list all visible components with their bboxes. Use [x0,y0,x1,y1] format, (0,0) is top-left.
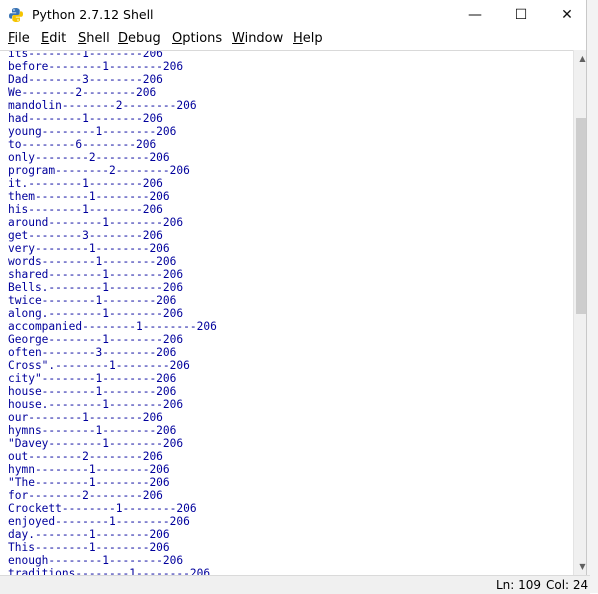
output-line: program--------2--------206 [8,164,190,177]
output-line: house--------1--------206 [8,385,177,398]
menu-help[interactable]: Help [293,31,323,46]
menu-debug-label: ebug [128,31,161,46]
output-line: to--------6--------206 [8,138,157,151]
output-line: Dad--------3--------206 [8,73,163,86]
output-line: enough--------1--------206 [8,554,184,567]
output-line: them--------1--------206 [8,190,170,203]
arrow-up-icon: ▲ [579,54,586,63]
output-line: very--------1--------206 [8,242,170,255]
output-line: day.--------1--------206 [8,528,170,541]
menu-window-mnemonic: W [232,31,245,46]
status-bar: Ln: 109 Col: 24 [0,575,590,594]
minimize-button[interactable]: — [452,0,498,30]
python-icon [9,8,23,22]
output-line: only--------2--------206 [8,151,170,164]
output-line: "The--------1--------206 [8,476,170,489]
output-line: enjoyed--------1--------206 [8,515,190,528]
output-line: often--------3--------206 [8,346,177,359]
output-line: young--------1--------206 [8,125,177,138]
output-line: shared--------1--------206 [8,268,184,281]
output-line: around--------1--------206 [8,216,184,229]
output-line: This--------1--------206 [8,541,170,554]
menu-edit-label: dit [49,31,67,46]
menu-shell-label: hell [86,31,110,46]
maximize-icon: ☐ [514,7,528,23]
output-line: get--------3--------206 [8,229,163,242]
menu-edit-mnemonic: E [41,31,50,46]
menu-file-label: ile [14,31,30,46]
line-indicator: Ln: 109 [496,578,542,592]
output-line: We--------2--------206 [8,86,157,99]
title-bar: Python 2.7.12 Shell — ☐ ✕ [0,0,586,30]
menu-options-label: ptions [182,31,223,46]
menu-bar: File Edit Shell Debug Options Window Hel… [0,30,586,50]
output-line: Bells.--------1--------206 [8,281,184,294]
background-window-edge [586,0,598,593]
menu-debug-mnemonic: D [118,31,129,46]
output-lines: its--------1--------206 before--------1-… [8,50,217,576]
menu-file[interactable]: File [8,31,30,46]
arrow-down-icon: ▼ [579,562,586,571]
output-line: out--------2--------206 [8,450,163,463]
output-line: Crockett--------1--------206 [8,502,197,515]
column-indicator: Col: 24 [546,578,589,592]
output-line: it.--------1--------206 [8,177,163,190]
output-line: our--------1--------206 [8,411,163,424]
output-line: "Davey--------1--------206 [8,437,184,450]
menu-shell[interactable]: Shell [78,31,110,46]
output-line: along.--------1--------206 [8,307,184,320]
output-line: for--------2--------206 [8,489,163,502]
menu-debug[interactable]: Debug [118,31,161,46]
output-line: before--------1--------206 [8,60,184,73]
output-line: words--------1--------206 [8,255,177,268]
output-line: mandolin--------2--------206 [8,99,197,112]
menu-edit[interactable]: Edit [41,31,66,46]
close-button[interactable]: ✕ [544,0,590,30]
output-line: house.--------1--------206 [8,398,184,411]
output-line: hymns--------1--------206 [8,424,177,437]
shell-output[interactable]: its--------1--------206 before--------1-… [0,50,573,576]
output-line: its--------1--------206 [8,50,163,60]
window-title: Python 2.7.12 Shell [32,7,154,22]
menu-options-mnemonic: O [172,31,183,46]
output-line: Cross".--------1--------206 [8,359,190,372]
output-line: city"--------1--------206 [8,372,177,385]
output-line: hymn--------1--------206 [8,463,170,476]
output-line: his--------1--------206 [8,203,163,216]
menu-help-label: elp [302,31,323,46]
output-line: George--------1--------206 [8,333,184,346]
output-line: twice--------1--------206 [8,294,177,307]
output-line: had--------1--------206 [8,112,163,125]
maximize-button[interactable]: ☐ [498,0,544,30]
menu-window-label: indow [244,31,284,46]
output-line: accompanied--------1--------206 [8,320,217,333]
menu-help-mnemonic: H [293,31,303,46]
minimize-icon: — [468,7,482,23]
close-icon: ✕ [561,7,573,23]
menu-options[interactable]: Options [172,31,222,46]
menu-window[interactable]: Window [232,31,283,46]
